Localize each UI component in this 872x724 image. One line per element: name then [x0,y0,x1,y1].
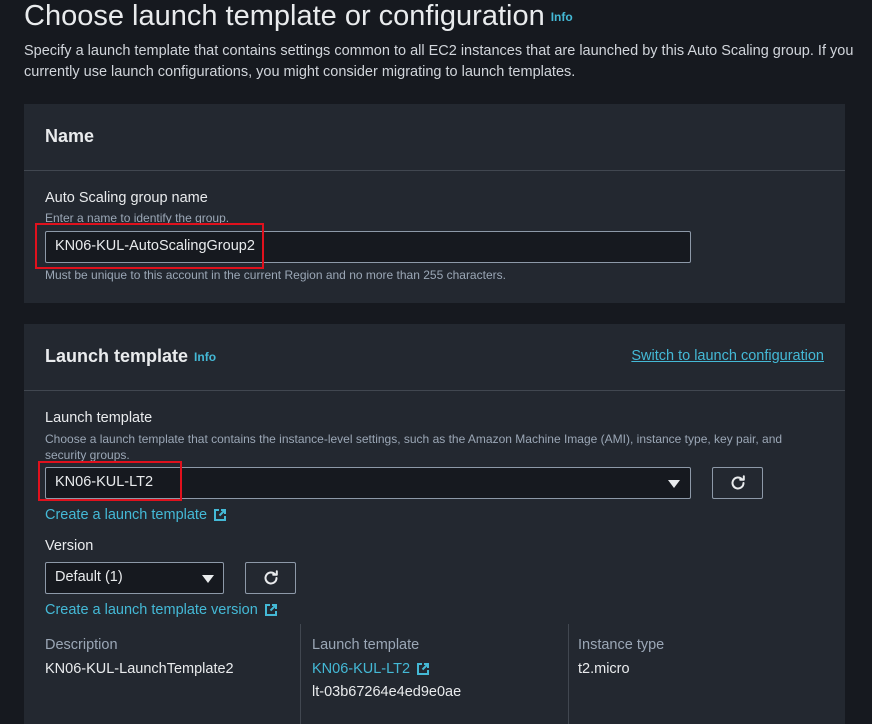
launch-template-panel-header: Launch template Info Switch to launch con… [24,324,845,391]
chevron-down-icon [668,480,680,488]
switch-to-launch-configuration-link[interactable]: Switch to launch configuration [631,348,824,364]
name-panel-heading: Name [45,126,95,146]
refresh-versions-button[interactable] [245,562,296,594]
refresh-icon [731,475,745,490]
version-selected: Default (1) [55,569,123,585]
asg-name-label: Auto Scaling group name [45,190,208,206]
launch-template-panel: Launch template Info Switch to launch con… [24,324,845,724]
page-title: Choose launch template or configuration I… [24,0,573,33]
create-launch-template-link[interactable]: Create a launch template [45,507,227,523]
version-select[interactable]: Default (1) [45,562,224,594]
external-link-icon [214,509,227,521]
launch-template-hint: Choose a launch template that contains t… [45,432,783,462]
description-label: Description [45,637,118,653]
column-divider [300,624,301,724]
launch-template-label: Launch template [45,410,153,426]
page-info-link[interactable]: Info [551,10,573,24]
launch-template-heading-text: Launch template [45,346,189,366]
details-template-label: Launch template [312,637,420,653]
chevron-down-icon [202,575,214,583]
page-title-text: Choose launch template or configuration [24,0,545,32]
template-highlight-box [38,461,182,501]
instance-type-value: t2.micro [578,661,630,677]
name-panel-header: Name [24,104,845,171]
description-value: KN06-KUL-LaunchTemplate2 [45,661,234,677]
details-template-link[interactable]: KN06-KUL-LT2 [312,661,430,677]
name-panel: Name Auto Scaling group name Enter a nam… [24,104,845,303]
create-launch-template-version-link[interactable]: Create a launch template version [45,602,278,618]
create-launch-template-text: Create a launch template [45,507,208,523]
instance-type-label: Instance type [578,637,665,653]
details-template-link-text: KN06-KUL-LT2 [312,661,411,677]
column-divider [568,624,569,724]
asg-name-constraint: Must be unique to this account in the cu… [45,268,506,282]
page-description: Specify a launch template that contains … [24,43,854,80]
external-link-icon [417,663,430,675]
name-highlight-box [35,223,264,269]
version-label: Version [45,538,94,554]
create-launch-template-version-text: Create a launch template version [45,602,258,618]
refresh-templates-button[interactable] [712,467,763,499]
external-link-icon [264,604,277,616]
refresh-icon [264,570,278,585]
launch-template-heading: Launch template Info [45,346,216,367]
launch-template-info-link[interactable]: Info [194,350,216,364]
details-template-id: lt-03b67264e4ed9e0ae [312,684,462,700]
